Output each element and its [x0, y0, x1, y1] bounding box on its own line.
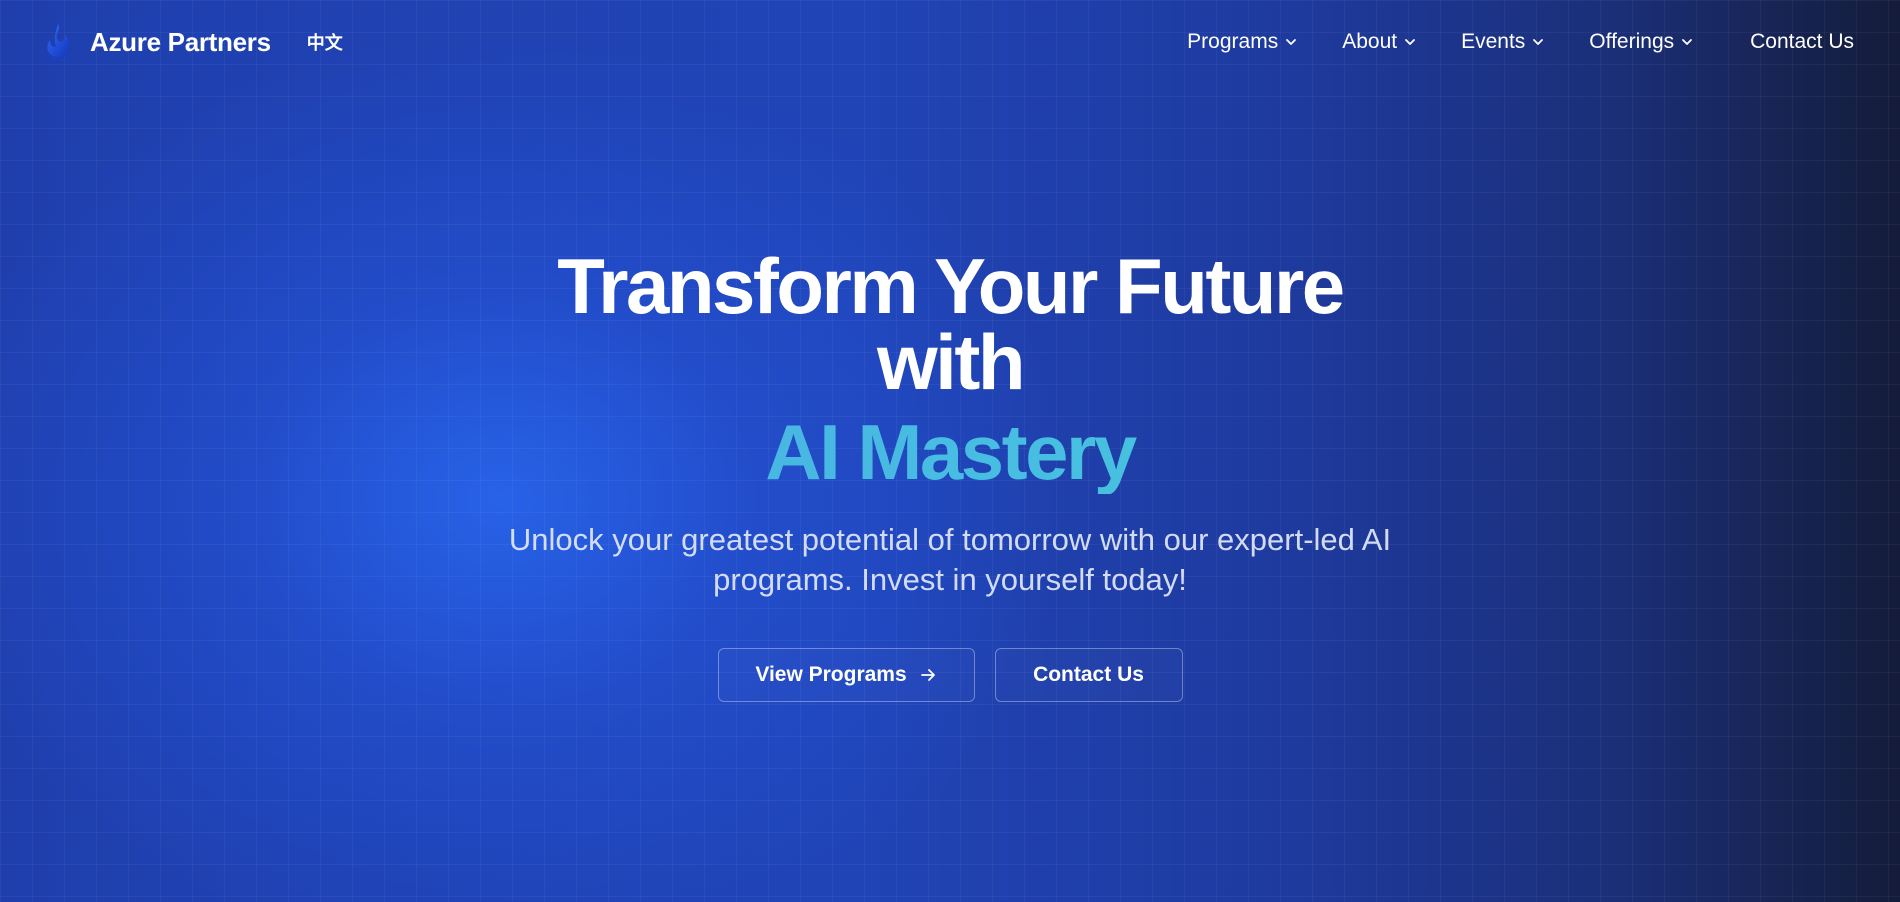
nav-item-label: Programs — [1187, 30, 1279, 53]
chevron-down-icon — [1682, 39, 1693, 45]
main-menu: Programs About Events Offerings Contact … — [1143, 30, 1864, 54]
brand-name: Azure Partners — [90, 26, 271, 57]
nav-item-label: Offerings — [1589, 30, 1675, 53]
contact-us-label: Contact Us — [1033, 663, 1144, 686]
chevron-down-icon — [1405, 39, 1415, 45]
top-navigation: Azure Partners 中文 Programs About Events … — [0, 0, 1900, 84]
arrow-right-icon — [920, 669, 935, 681]
chevron-down-icon — [1533, 39, 1544, 45]
headline-line-1: Transform Your Future — [557, 242, 1345, 330]
headline-line-2: with — [877, 318, 1025, 406]
chevron-down-icon — [1286, 39, 1297, 45]
language-toggle[interactable]: 中文 — [307, 29, 343, 55]
contact-us-button[interactable]: Contact Us — [994, 648, 1183, 702]
hero-section: Transform Your Future with AI Mastery Un… — [0, 242, 1900, 702]
view-programs-label: View Programs — [755, 663, 907, 686]
nav-item-offerings[interactable]: Offerings — [1589, 30, 1694, 54]
azure-flame-logo-icon — [44, 24, 74, 61]
nav-item-programs[interactable]: Programs — [1187, 30, 1298, 54]
hero-headline: Transform Your Future with AI Mastery — [0, 242, 1900, 494]
nav-item-label: About — [1342, 30, 1398, 53]
nav-item-about[interactable]: About — [1342, 30, 1417, 54]
nav-item-label: Events — [1461, 30, 1526, 53]
brand-home-link[interactable]: Azure Partners — [36, 20, 271, 64]
hero-subtitle: Unlock your greatest potential of tomorr… — [508, 522, 1392, 597]
nav-contact-link[interactable]: Contact Us — [1750, 30, 1854, 54]
headline-accent: AI Mastery — [0, 410, 1900, 494]
view-programs-button[interactable]: View Programs — [717, 648, 975, 702]
hero-actions: View Programs Contact Us — [0, 648, 1900, 702]
page: Azure Partners 中文 Programs About Events … — [0, 0, 1900, 902]
nav-contact-label: Contact Us — [1750, 30, 1854, 53]
nav-item-events[interactable]: Events — [1461, 30, 1545, 54]
